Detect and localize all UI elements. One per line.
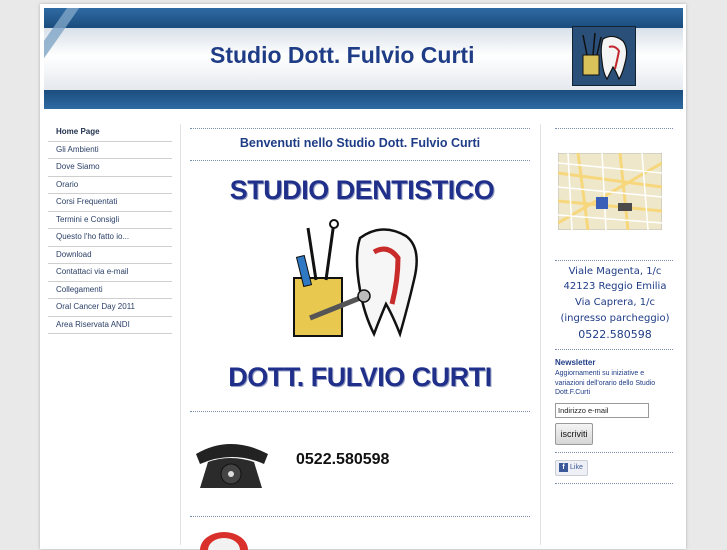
column-divider-left xyxy=(180,124,181,545)
email-field[interactable]: Indirizzo e-mail xyxy=(555,403,649,418)
facebook-icon: f xyxy=(559,463,568,472)
divider xyxy=(555,483,673,484)
address-line-3: Via Caprera, 1/c xyxy=(574,297,656,308)
nav-item-dove-siamo[interactable]: Dove Siamo xyxy=(48,159,172,177)
nav-item-ambienti[interactable]: Gli Ambienti xyxy=(48,142,172,159)
banner-dott-fulvio-curti: DOTT. FULVIO CURTI xyxy=(228,362,492,392)
nav-item-corsi[interactable]: Corsi Frequentati xyxy=(48,194,172,212)
address-line-4: (ingresso parcheggio) xyxy=(560,313,670,324)
main-navigation: Home Page Gli Ambienti Dove Siamo Orario… xyxy=(48,124,172,334)
nav-item-contattaci[interactable]: Contattaci via e-mail xyxy=(48,264,172,282)
location-map[interactable] xyxy=(558,153,662,230)
site-title: Studio Dott. Fulvio Curti xyxy=(210,42,475,68)
subscribe-button[interactable]: iscriviti xyxy=(555,423,593,445)
divider xyxy=(555,452,673,453)
nav-item-fatto-io[interactable]: Questo l'ho fatto io... xyxy=(48,229,172,247)
address-line-1: Viale Magenta, 1/c xyxy=(568,266,662,277)
sidebar-phone: 0522.580598 xyxy=(578,328,652,341)
nav-item-collegamenti[interactable]: Collegamenti xyxy=(48,282,172,299)
nav-item-home[interactable]: Home Page xyxy=(48,124,172,142)
like-label: Like xyxy=(570,464,583,471)
newsletter-description: Aggiornamenti su iniziative e variazioni… xyxy=(555,370,656,396)
site-header: Studio Dott. Fulvio Curti xyxy=(44,8,683,109)
welcome-heading: Benvenuti nello Studio Dott. Fulvio Curt… xyxy=(239,136,481,150)
phone-number: 0522.580598 xyxy=(296,451,390,468)
divider xyxy=(555,128,673,129)
divider xyxy=(190,411,530,412)
tooth-illustration-icon xyxy=(293,219,418,338)
column-divider-right xyxy=(540,124,541,545)
divider xyxy=(190,128,530,129)
dental-tools-logo-icon xyxy=(572,26,636,86)
header-top-stripe xyxy=(44,8,683,28)
header-bottom-stripe xyxy=(44,90,683,109)
nav-item-orario[interactable]: Orario xyxy=(48,177,172,194)
divider xyxy=(190,516,530,517)
divider xyxy=(555,260,673,261)
facebook-like-button[interactable]: f Like xyxy=(555,460,588,476)
nav-item-termini[interactable]: Termini e Consigli xyxy=(48,212,172,229)
telephone-icon xyxy=(196,444,268,488)
oral-cancer-day-icon xyxy=(200,532,248,550)
divider xyxy=(190,160,530,161)
nav-item-oral-cancer-day[interactable]: Oral Cancer Day 2011 xyxy=(48,299,172,317)
address-line-2: 42123 Reggio Emilia xyxy=(563,281,667,292)
nav-item-area-riservata[interactable]: Area Riservata ANDI xyxy=(48,317,172,334)
divider xyxy=(555,349,673,350)
nav-item-download[interactable]: Download xyxy=(48,247,172,264)
banner-studio-dentistico: STUDIO DENTISTICO xyxy=(229,175,495,205)
newsletter-title: Newsletter xyxy=(555,358,596,367)
